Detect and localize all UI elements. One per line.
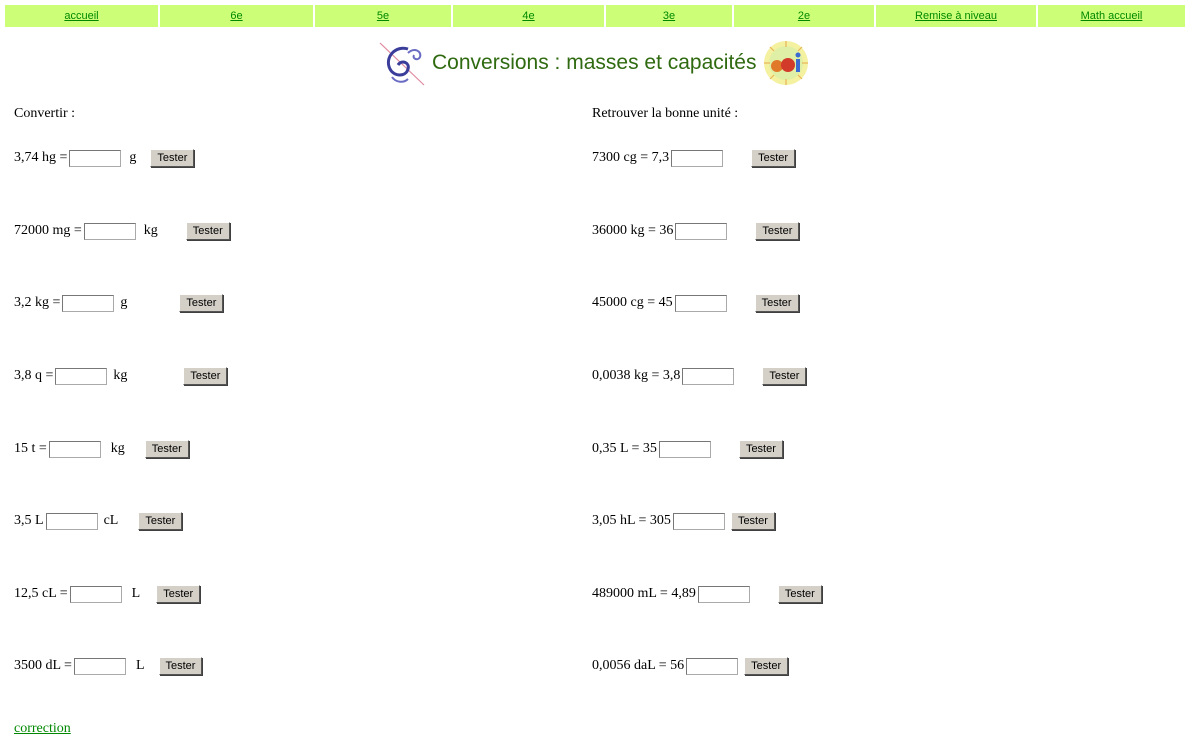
page-header: Conversions : masses et capacités: [378, 38, 810, 88]
convert-row: 15 t = kg Tester: [14, 438, 189, 460]
unit-input[interactable]: [697, 585, 750, 603]
nav-link-2e[interactable]: 2e: [798, 10, 810, 22]
test-button[interactable]: Tester: [754, 294, 799, 312]
test-button[interactable]: Tester: [751, 149, 796, 167]
convert-label: 15 t =: [14, 441, 47, 456]
nav-cell-5e: 5e: [315, 5, 451, 27]
convert-unit: kg: [113, 368, 128, 383]
unit-input[interactable]: [686, 657, 739, 675]
test-button[interactable]: Tester: [156, 585, 201, 603]
test-button[interactable]: Tester: [755, 222, 800, 240]
nav-cell-4e: 4e: [453, 5, 604, 27]
unit-label: 45000 cg = 45: [592, 295, 673, 310]
convert-label: 3,8 q =: [14, 368, 54, 383]
convert-unit: kg: [110, 441, 125, 456]
convert-row: 3,74 hg = g Tester: [14, 147, 195, 169]
unit-row: 3,05 hL = 305 Tester: [592, 510, 775, 532]
nav-cell-accueil: accueil: [5, 5, 158, 27]
nav-link-accueil[interactable]: accueil: [64, 10, 98, 22]
unit-input[interactable]: [675, 222, 728, 240]
left-heading: Convertir :: [14, 106, 76, 121]
convert-unit: L: [135, 658, 145, 673]
unit-input[interactable]: [682, 367, 735, 385]
convert-unit: g: [129, 150, 137, 165]
unit-row: 0,35 L = 35 Tester: [592, 438, 783, 460]
unit-row: 489000 mL = 4,89 Tester: [592, 583, 822, 605]
test-button[interactable]: Tester: [183, 367, 228, 385]
unit-input[interactable]: [671, 149, 724, 167]
convert-input[interactable]: [55, 367, 108, 385]
convert-input[interactable]: [62, 294, 115, 312]
convert-input[interactable]: [83, 222, 136, 240]
nav-link-6e[interactable]: 6e: [230, 10, 242, 22]
test-button[interactable]: Tester: [777, 585, 822, 603]
unit-label: 489000 mL = 4,89: [592, 586, 696, 601]
nav-cell-6e: 6e: [160, 5, 313, 27]
convert-row: 3,2 kg = g Tester: [14, 292, 224, 314]
unit-row: 45000 cg = 45 Tester: [592, 292, 799, 314]
unit-label: 36000 kg = 36: [592, 223, 674, 238]
test-button[interactable]: Tester: [179, 294, 224, 312]
convert-label: 72000 mg =: [14, 223, 82, 238]
unit-input[interactable]: [672, 512, 725, 530]
convert-label: 12,5 cL =: [14, 586, 68, 601]
convert-label: 3,74 hg =: [14, 150, 68, 165]
swirl-logo-icon: [379, 42, 425, 86]
nav-link-remise-a-niveau[interactable]: Remise à niveau: [915, 10, 997, 22]
convert-input[interactable]: [48, 440, 101, 458]
nav-cell-remise: Remise à niveau: [876, 5, 1036, 27]
test-button[interactable]: Tester: [738, 440, 783, 458]
top-nav: accueil 6e 5e 4e 3e 2e Remise à niveau M…: [0, 0, 1190, 32]
convert-label: 3500 dL =: [14, 658, 72, 673]
unit-label: 0,35 L = 35: [592, 441, 657, 456]
convert-unit: cL: [103, 513, 119, 528]
test-button[interactable]: Tester: [185, 222, 230, 240]
unit-row: 0,0038 kg = 3,8 Tester: [592, 365, 807, 387]
nav-link-4e[interactable]: 4e: [522, 10, 534, 22]
unit-input[interactable]: [658, 440, 711, 458]
unit-row: 0,0056 daL = 56 Tester: [592, 655, 789, 677]
convert-row: 12,5 cL = L Tester: [14, 583, 201, 605]
unit-label: 3,05 hL = 305: [592, 513, 671, 528]
nav-cell-math-accueil: Math accueil: [1038, 5, 1185, 27]
nav-link-math-accueil[interactable]: Math accueil: [1081, 10, 1143, 22]
unit-input[interactable]: [674, 294, 727, 312]
convert-input[interactable]: [73, 657, 126, 675]
nav-link-5e[interactable]: 5e: [377, 10, 389, 22]
convert-unit: L: [131, 586, 141, 601]
convert-label: 3,2 kg =: [14, 295, 61, 310]
convert-row: 72000 mg = kg Tester: [14, 220, 230, 242]
convert-label: 3,5 L: [14, 513, 44, 528]
test-button[interactable]: Tester: [730, 512, 775, 530]
test-button[interactable]: Tester: [762, 367, 807, 385]
eoi-logo-icon: [764, 41, 809, 85]
unit-row: 7300 cg = 7,3 Tester: [592, 147, 796, 169]
convert-row: 3,5 L cL Tester: [14, 510, 183, 532]
test-button[interactable]: Tester: [138, 512, 183, 530]
test-button[interactable]: Tester: [744, 657, 789, 675]
nav-cell-2e: 2e: [734, 5, 874, 27]
test-button[interactable]: Tester: [150, 149, 195, 167]
convert-input[interactable]: [69, 585, 122, 603]
unit-label: 7300 cg = 7,3: [592, 150, 670, 165]
convert-unit: kg: [143, 223, 158, 238]
unit-row: 36000 kg = 36 Tester: [592, 220, 800, 242]
convert-input[interactable]: [45, 512, 98, 530]
page-title: Conversions : masses et capacités: [432, 51, 757, 74]
convert-unit: g: [120, 295, 128, 310]
nav-link-3e[interactable]: 3e: [663, 10, 675, 22]
test-button[interactable]: Tester: [158, 657, 203, 675]
correction-link[interactable]: correction: [14, 721, 71, 737]
convert-row: 3500 dL = L Tester: [14, 655, 203, 677]
convert-row: 3,8 q = kg Tester: [14, 365, 228, 387]
unit-label: 0,0056 daL = 56: [592, 658, 685, 673]
right-heading: Retrouver la bonne unité :: [592, 106, 739, 121]
test-button[interactable]: Tester: [144, 440, 189, 458]
unit-label: 0,0038 kg = 3,8: [592, 368, 681, 383]
convert-input[interactable]: [69, 149, 122, 167]
nav-cell-3e: 3e: [606, 5, 732, 27]
